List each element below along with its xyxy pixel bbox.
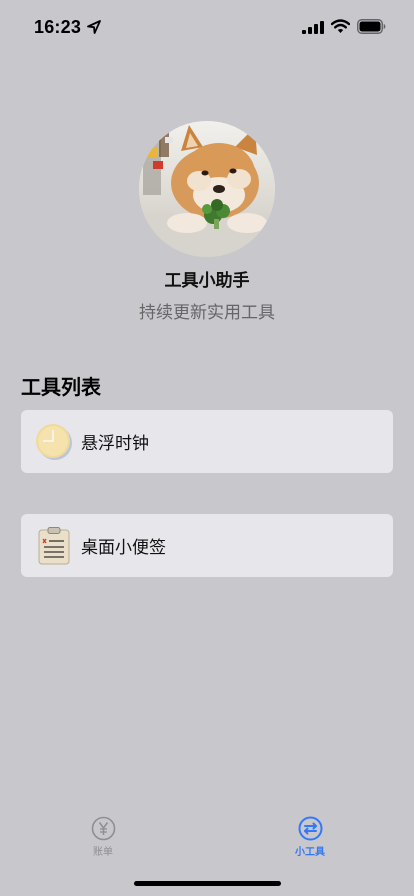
status-bar: 16:23 (0, 0, 414, 54)
clock-icon (36, 423, 72, 460)
tab-label: 小工具 (295, 847, 325, 858)
cellular-signal-icon (302, 21, 324, 34)
status-time: 16:23 (34, 17, 82, 37)
app-subtitle: 持续更新实用工具 (139, 303, 275, 323)
tab-bills[interactable]: 账单 (43, 808, 163, 862)
tools-circle-icon (298, 816, 322, 841)
wifi-icon (331, 19, 350, 33)
clipboard-note-icon (38, 526, 70, 564)
avatar (139, 121, 275, 257)
location-arrow-icon (87, 20, 101, 34)
yen-circle-icon (91, 816, 115, 841)
tab-tools[interactable]: 小工具 (250, 808, 370, 862)
home-indicator (134, 881, 281, 886)
battery-icon (357, 19, 386, 34)
tools-section-title: 工具列表 (21, 375, 101, 399)
tool-label: 悬浮时钟 (81, 434, 149, 454)
tool-label: 桌面小便签 (81, 538, 166, 558)
tool-card-floating-clock[interactable]: 悬浮时钟 (21, 410, 393, 473)
tab-label: 账单 (93, 847, 113, 858)
shiba-dog-photo (139, 121, 275, 257)
app-title: 工具小助手 (164, 271, 250, 291)
tool-card-desktop-note[interactable]: 桌面小便签 (21, 514, 393, 577)
